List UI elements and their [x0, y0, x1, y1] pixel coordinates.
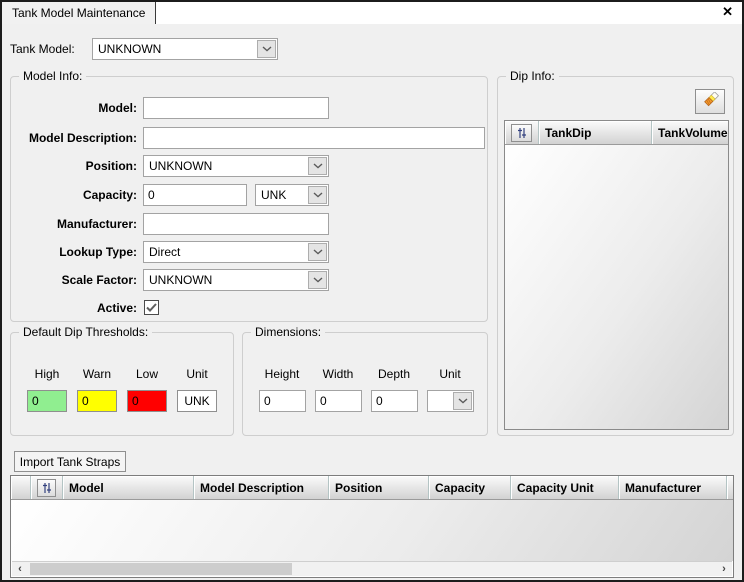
dim-unit-label: Unit — [423, 363, 477, 385]
chevron-down-icon[interactable] — [308, 157, 327, 175]
column-header-capacity[interactable]: Capacity — [429, 476, 511, 499]
lookup-type-select[interactable]: Direct — [143, 241, 329, 263]
tank-model-select[interactable]: UNKNOWN — [92, 38, 278, 60]
warn-label: Warn — [75, 363, 119, 385]
scale-factor-value: UNKNOWN — [149, 270, 306, 290]
height-label: Height — [255, 363, 309, 385]
model-info-title: Model Info: — [19, 69, 86, 83]
scale-factor-label: Scale Factor: — [15, 269, 137, 291]
dip-table: TankDip TankVolume — [504, 120, 729, 430]
warn-threshold-input[interactable] — [77, 390, 117, 412]
chevron-down-icon[interactable] — [308, 243, 327, 261]
tank-model-value: UNKNOWN — [98, 39, 255, 59]
active-checkbox[interactable] — [144, 300, 159, 315]
lookup-type-value: Direct — [149, 242, 306, 262]
dimensions-title: Dimensions: — [251, 325, 325, 339]
scroll-left-icon[interactable]: ‹ — [12, 562, 28, 576]
low-threshold-input[interactable] — [127, 390, 167, 412]
capacity-unit-select[interactable]: UNK — [255, 184, 329, 206]
capacity-unit-value: UNK — [261, 185, 306, 205]
model-description-input[interactable] — [143, 127, 485, 149]
tab-tank-model-maintenance[interactable]: Tank Model Maintenance — [2, 2, 156, 24]
tab-strip: Tank Model Maintenance ✕ — [2, 2, 742, 24]
row-indicator-header-cell — [11, 476, 31, 499]
dip-info-group: Dip Info: — [497, 76, 734, 436]
close-icon[interactable]: ✕ — [722, 4, 733, 20]
column-header-lookup[interactable]: Lookup — [727, 476, 734, 499]
scale-factor-select[interactable]: UNKNOWN — [143, 269, 329, 291]
dip-table-body[interactable] — [505, 145, 728, 429]
straps-table-body[interactable] — [11, 500, 733, 561]
width-label: Width — [311, 363, 365, 385]
dip-column-chooser-cell[interactable] — [505, 121, 539, 144]
dip-info-title: Dip Info: — [506, 69, 559, 83]
column-header-capacity-unit[interactable]: Capacity Unit — [511, 476, 619, 499]
default-dip-thresholds-group: Default Dip Thresholds: High Warn Low Un… — [10, 332, 234, 436]
high-label: High — [25, 363, 69, 385]
scroll-right-icon[interactable]: › — [716, 562, 732, 576]
chevron-down-icon[interactable] — [257, 40, 276, 58]
scrollbar-thumb[interactable] — [30, 563, 292, 575]
chevron-down-icon[interactable] — [308, 271, 327, 289]
import-tank-straps-button[interactable]: Import Tank Straps — [14, 451, 126, 472]
manufacturer-input[interactable] — [143, 213, 329, 235]
position-select[interactable]: UNKNOWN — [143, 155, 329, 177]
model-input[interactable] — [143, 97, 329, 119]
tank-model-label: Tank Model: — [10, 38, 75, 60]
capacity-label: Capacity: — [15, 184, 137, 206]
horizontal-scrollbar[interactable]: ‹ › — [12, 561, 732, 576]
manufacturer-label: Manufacturer: — [15, 213, 137, 235]
erase-dips-button[interactable] — [695, 89, 725, 114]
chevron-down-icon[interactable] — [308, 186, 327, 204]
dim-unit-select[interactable] — [427, 390, 474, 412]
model-label: Model: — [15, 97, 137, 119]
model-info-group: Model Info: Model: Model Description: Po… — [10, 76, 488, 322]
column-header-tankvolume[interactable]: TankVolume — [652, 121, 729, 144]
column-header-tankdip[interactable]: TankDip — [539, 121, 652, 144]
column-header-model-description[interactable]: Model Description — [194, 476, 329, 499]
column-settings-icon[interactable] — [511, 124, 532, 142]
model-description-label: Model Description: — [15, 127, 137, 149]
width-input[interactable] — [315, 390, 362, 412]
lookup-type-label: Lookup Type: — [15, 241, 137, 263]
capacity-input[interactable] — [143, 184, 247, 206]
tank-model-maintenance-window: Tank Model Maintenance ✕ Tank Model: UNK… — [0, 0, 744, 582]
high-threshold-input[interactable] — [27, 390, 67, 412]
position-label: Position: — [15, 155, 137, 177]
position-value: UNKNOWN — [149, 156, 306, 176]
threshold-unit-field[interactable]: UNK — [177, 390, 217, 412]
straps-column-chooser-cell[interactable] — [31, 476, 63, 499]
dip-table-header: TankDip TankVolume — [505, 121, 728, 145]
column-header-model[interactable]: Model — [63, 476, 194, 499]
dimensions-group: Dimensions: Height Width Depth Unit — [242, 332, 488, 436]
low-label: Low — [125, 363, 169, 385]
unit-label: Unit — [175, 363, 219, 385]
active-label: Active: — [15, 297, 137, 319]
eraser-icon — [701, 92, 719, 112]
straps-table: Model Model Description Position Capacit… — [10, 475, 734, 578]
default-dip-thresholds-title: Default Dip Thresholds: — [19, 325, 152, 339]
column-settings-icon[interactable] — [37, 479, 56, 497]
chevron-down-icon[interactable] — [453, 392, 472, 410]
column-header-manufacturer[interactable]: Manufacturer — [619, 476, 727, 499]
depth-label: Depth — [367, 363, 421, 385]
height-input[interactable] — [259, 390, 306, 412]
column-header-position[interactable]: Position — [329, 476, 429, 499]
depth-input[interactable] — [371, 390, 418, 412]
straps-table-header: Model Model Description Position Capacit… — [11, 476, 733, 500]
